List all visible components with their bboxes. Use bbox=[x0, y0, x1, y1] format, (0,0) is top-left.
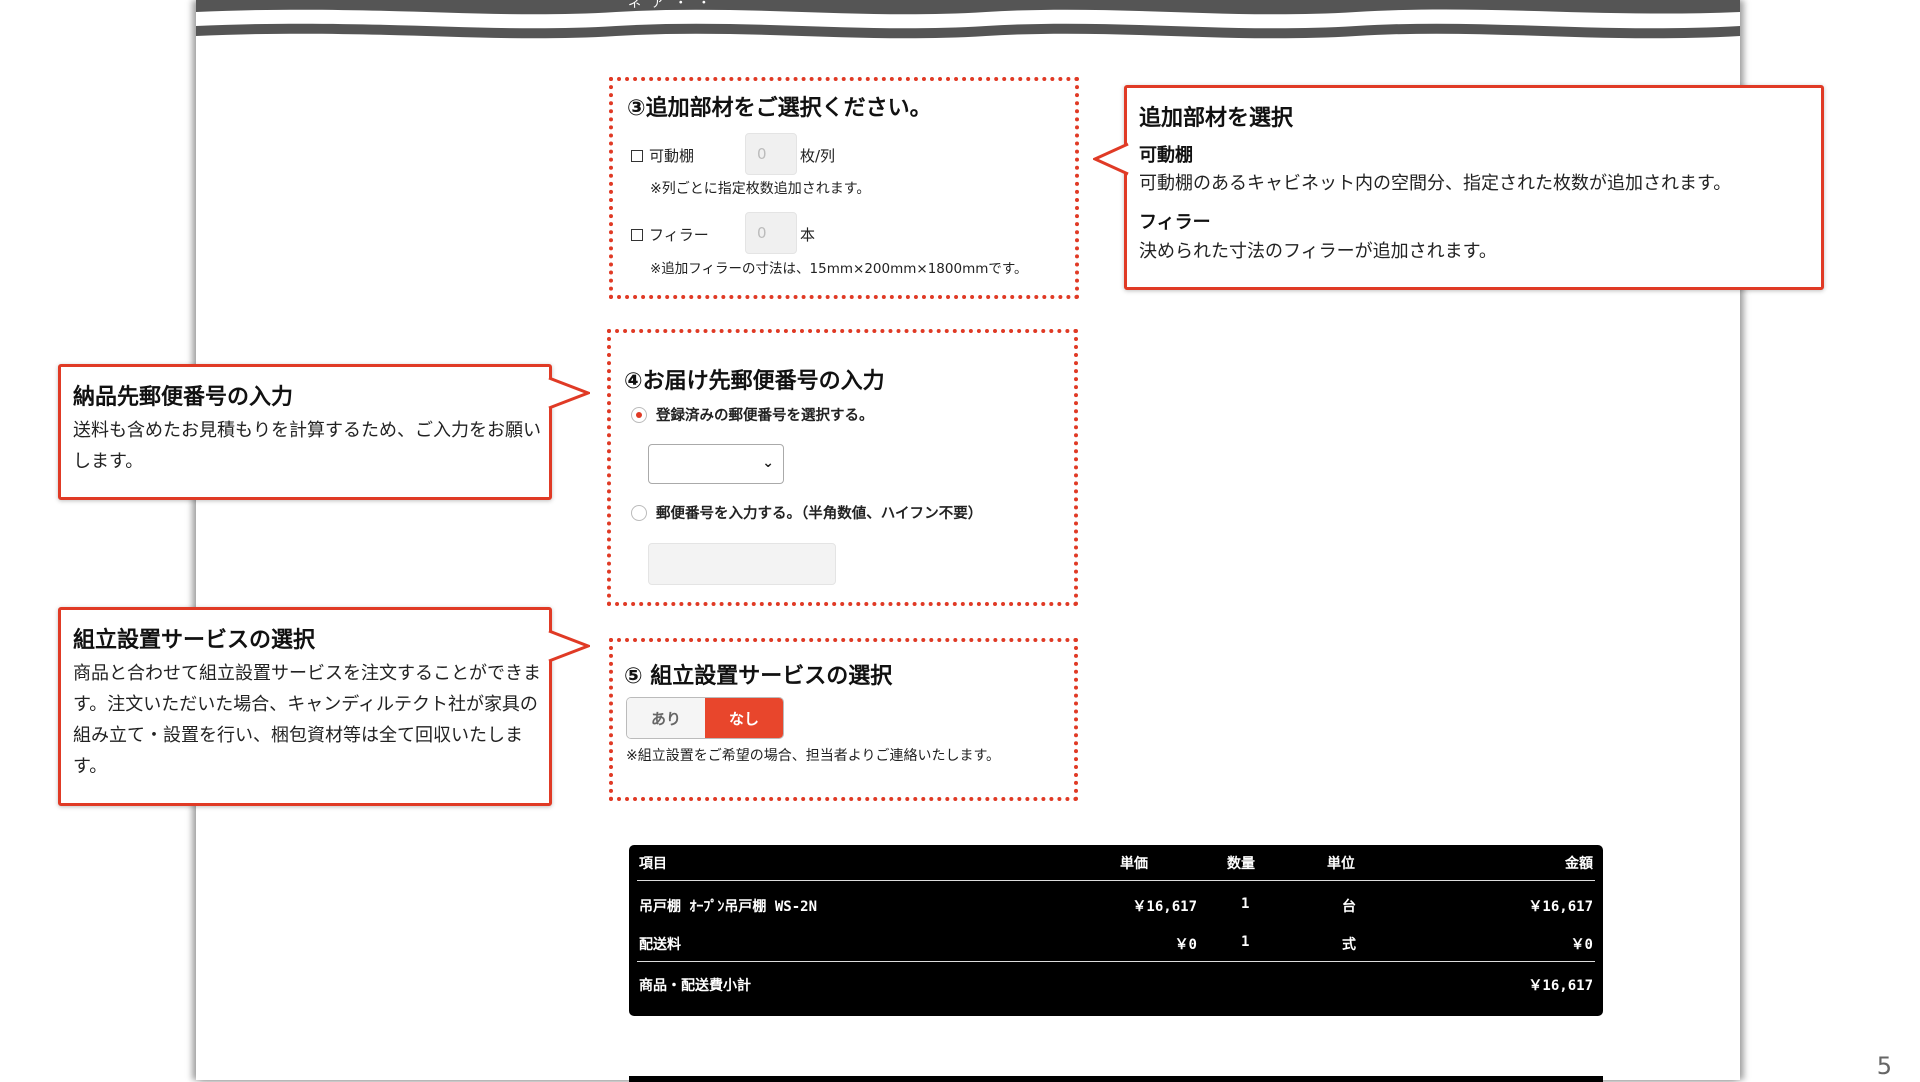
radio-registered-zip[interactable]: 登録済みの郵便番号を選択する。 bbox=[631, 404, 874, 425]
header-item: 項目 bbox=[639, 856, 667, 872]
filler-note: ※追加フィラーの寸法は、15mm×200mm×1800mmです。 bbox=[650, 261, 1028, 277]
filler-unit: 本 bbox=[800, 226, 816, 244]
header-unit-price: 単価 bbox=[1120, 856, 1148, 872]
filler-quantity-input[interactable]: 0 bbox=[745, 212, 797, 254]
shelf-unit: 枚/列 bbox=[800, 147, 836, 165]
callout-parts-text1: 可動棚のあるキャビネット内の空間分、指定された枚数が追加されます。 bbox=[1139, 173, 1732, 194]
callout-additional-parts: 追加部材を選択 可動棚 可動棚のあるキャビネット内の空間分、指定された枚数が追加… bbox=[1124, 85, 1824, 290]
shelf-note: ※列ごとに指定枚数追加されます。 bbox=[650, 181, 871, 197]
assembly-toggle[interactable]: あり なし bbox=[626, 697, 784, 739]
callout-parts-text2: 決められた寸法のフィラーが追加されます。 bbox=[1139, 241, 1497, 262]
section3-title: ③追加部材をご選択ください。 bbox=[627, 96, 932, 121]
callout-parts-sub2: フィラー bbox=[1139, 212, 1211, 233]
row2-unit-price: ￥0 bbox=[1174, 937, 1197, 953]
shelf-label: 可動棚 bbox=[649, 147, 695, 165]
header-wave-decoration bbox=[196, 0, 1740, 39]
filler-checkbox-row[interactable]: フィラー bbox=[631, 224, 709, 245]
subtotal-label: 商品・配送費小計 bbox=[639, 978, 751, 994]
row1-amount: ￥16,617 bbox=[1528, 899, 1593, 915]
header-divider bbox=[637, 880, 1595, 881]
callout-parts-sub1: 可動棚 bbox=[1139, 145, 1193, 166]
chevron-down-icon: ⌄ bbox=[762, 455, 774, 471]
section5-title: ⑤ 組立設置サービスの選択 bbox=[624, 664, 893, 689]
callout-zip-text: 送料も含めたお見積もりを計算するため、ご入力をお願いします。 bbox=[73, 420, 541, 472]
filler-checkbox[interactable] bbox=[631, 228, 643, 241]
callout-zip-pointer bbox=[548, 376, 590, 410]
radio-registered-label: 登録済みの郵便番号を選択する。 bbox=[656, 408, 874, 424]
row1-unit: 台 bbox=[1342, 899, 1356, 915]
radio-registered-button[interactable] bbox=[631, 406, 647, 423]
row2-unit: 式 bbox=[1342, 937, 1356, 953]
shelf-checkbox[interactable] bbox=[631, 149, 643, 162]
callout-assembly-title: 組立設置サービスの選択 bbox=[73, 628, 316, 653]
row2-amount: ￥0 bbox=[1570, 937, 1593, 953]
row1-unit-price: ￥16,617 bbox=[1132, 899, 1197, 915]
callout-assembly-text: 商品と合わせて組立設置サービスを注文することができます。注文いただいた場合、キャ… bbox=[73, 663, 541, 777]
callout-parts-pointer bbox=[1093, 142, 1129, 176]
row1-qty: 1 bbox=[1241, 896, 1250, 912]
subtotal-amount: ￥16,617 bbox=[1528, 978, 1593, 994]
row1-item: 吊戸棚 ｵｰﾌﾟﾝ吊戸棚 WS-2N bbox=[639, 899, 818, 915]
subtotal-divider bbox=[637, 961, 1595, 962]
callout-assembly-pointer bbox=[548, 629, 590, 663]
filler-label: フィラー bbox=[649, 226, 709, 244]
header-amount: 金額 bbox=[1565, 856, 1593, 872]
radio-input-zip[interactable]: 郵便番号を入力する。（半角数値、ハイフン不要） bbox=[631, 502, 982, 523]
callout-assembly-service: 組立設置サービスの選択 商品と合わせて組立設置サービスを注文することができます。… bbox=[58, 607, 552, 806]
radio-input-button[interactable] bbox=[631, 504, 647, 521]
row2-qty: 1 bbox=[1241, 934, 1250, 950]
assembly-no-button[interactable]: なし bbox=[705, 698, 783, 738]
callout-zip-code: 納品先郵便番号の入力 送料も含めたお見積もりを計算するため、ご入力をお願いします… bbox=[58, 364, 552, 500]
registered-zip-select[interactable]: ⌄ bbox=[648, 444, 784, 484]
zip-code-input[interactable] bbox=[648, 543, 836, 585]
shelf-quantity-input[interactable]: 0 bbox=[745, 133, 797, 175]
callout-parts-title: 追加部材を選択 bbox=[1139, 106, 1294, 131]
assembly-note: ※組立設置をご希望の場合、担当者よりご連絡いたします。 bbox=[626, 748, 1001, 764]
header-unit: 単位 bbox=[1327, 856, 1355, 872]
price-summary-table: 項目 単価 数量 単位 金額 吊戸棚 ｵｰﾌﾟﾝ吊戸棚 WS-2N ￥16,61… bbox=[629, 845, 1603, 1016]
assembly-yes-button[interactable]: あり bbox=[627, 698, 705, 738]
section4-title: ④お届け先郵便番号の入力 bbox=[624, 369, 885, 394]
next-table-top-edge bbox=[629, 1076, 1603, 1082]
callout-zip-title: 納品先郵便番号の入力 bbox=[73, 385, 294, 410]
header-qty: 数量 bbox=[1227, 856, 1255, 872]
header-partial-text: ネ ア ・ ・ bbox=[628, 0, 714, 11]
radio-input-label: 郵便番号を入力する。（半角数値、ハイフン不要） bbox=[656, 506, 983, 522]
shelf-checkbox-row[interactable]: 可動棚 bbox=[631, 145, 694, 166]
row2-item: 配送料 bbox=[639, 937, 681, 953]
slide-page-number: 5 bbox=[1876, 1052, 1892, 1080]
